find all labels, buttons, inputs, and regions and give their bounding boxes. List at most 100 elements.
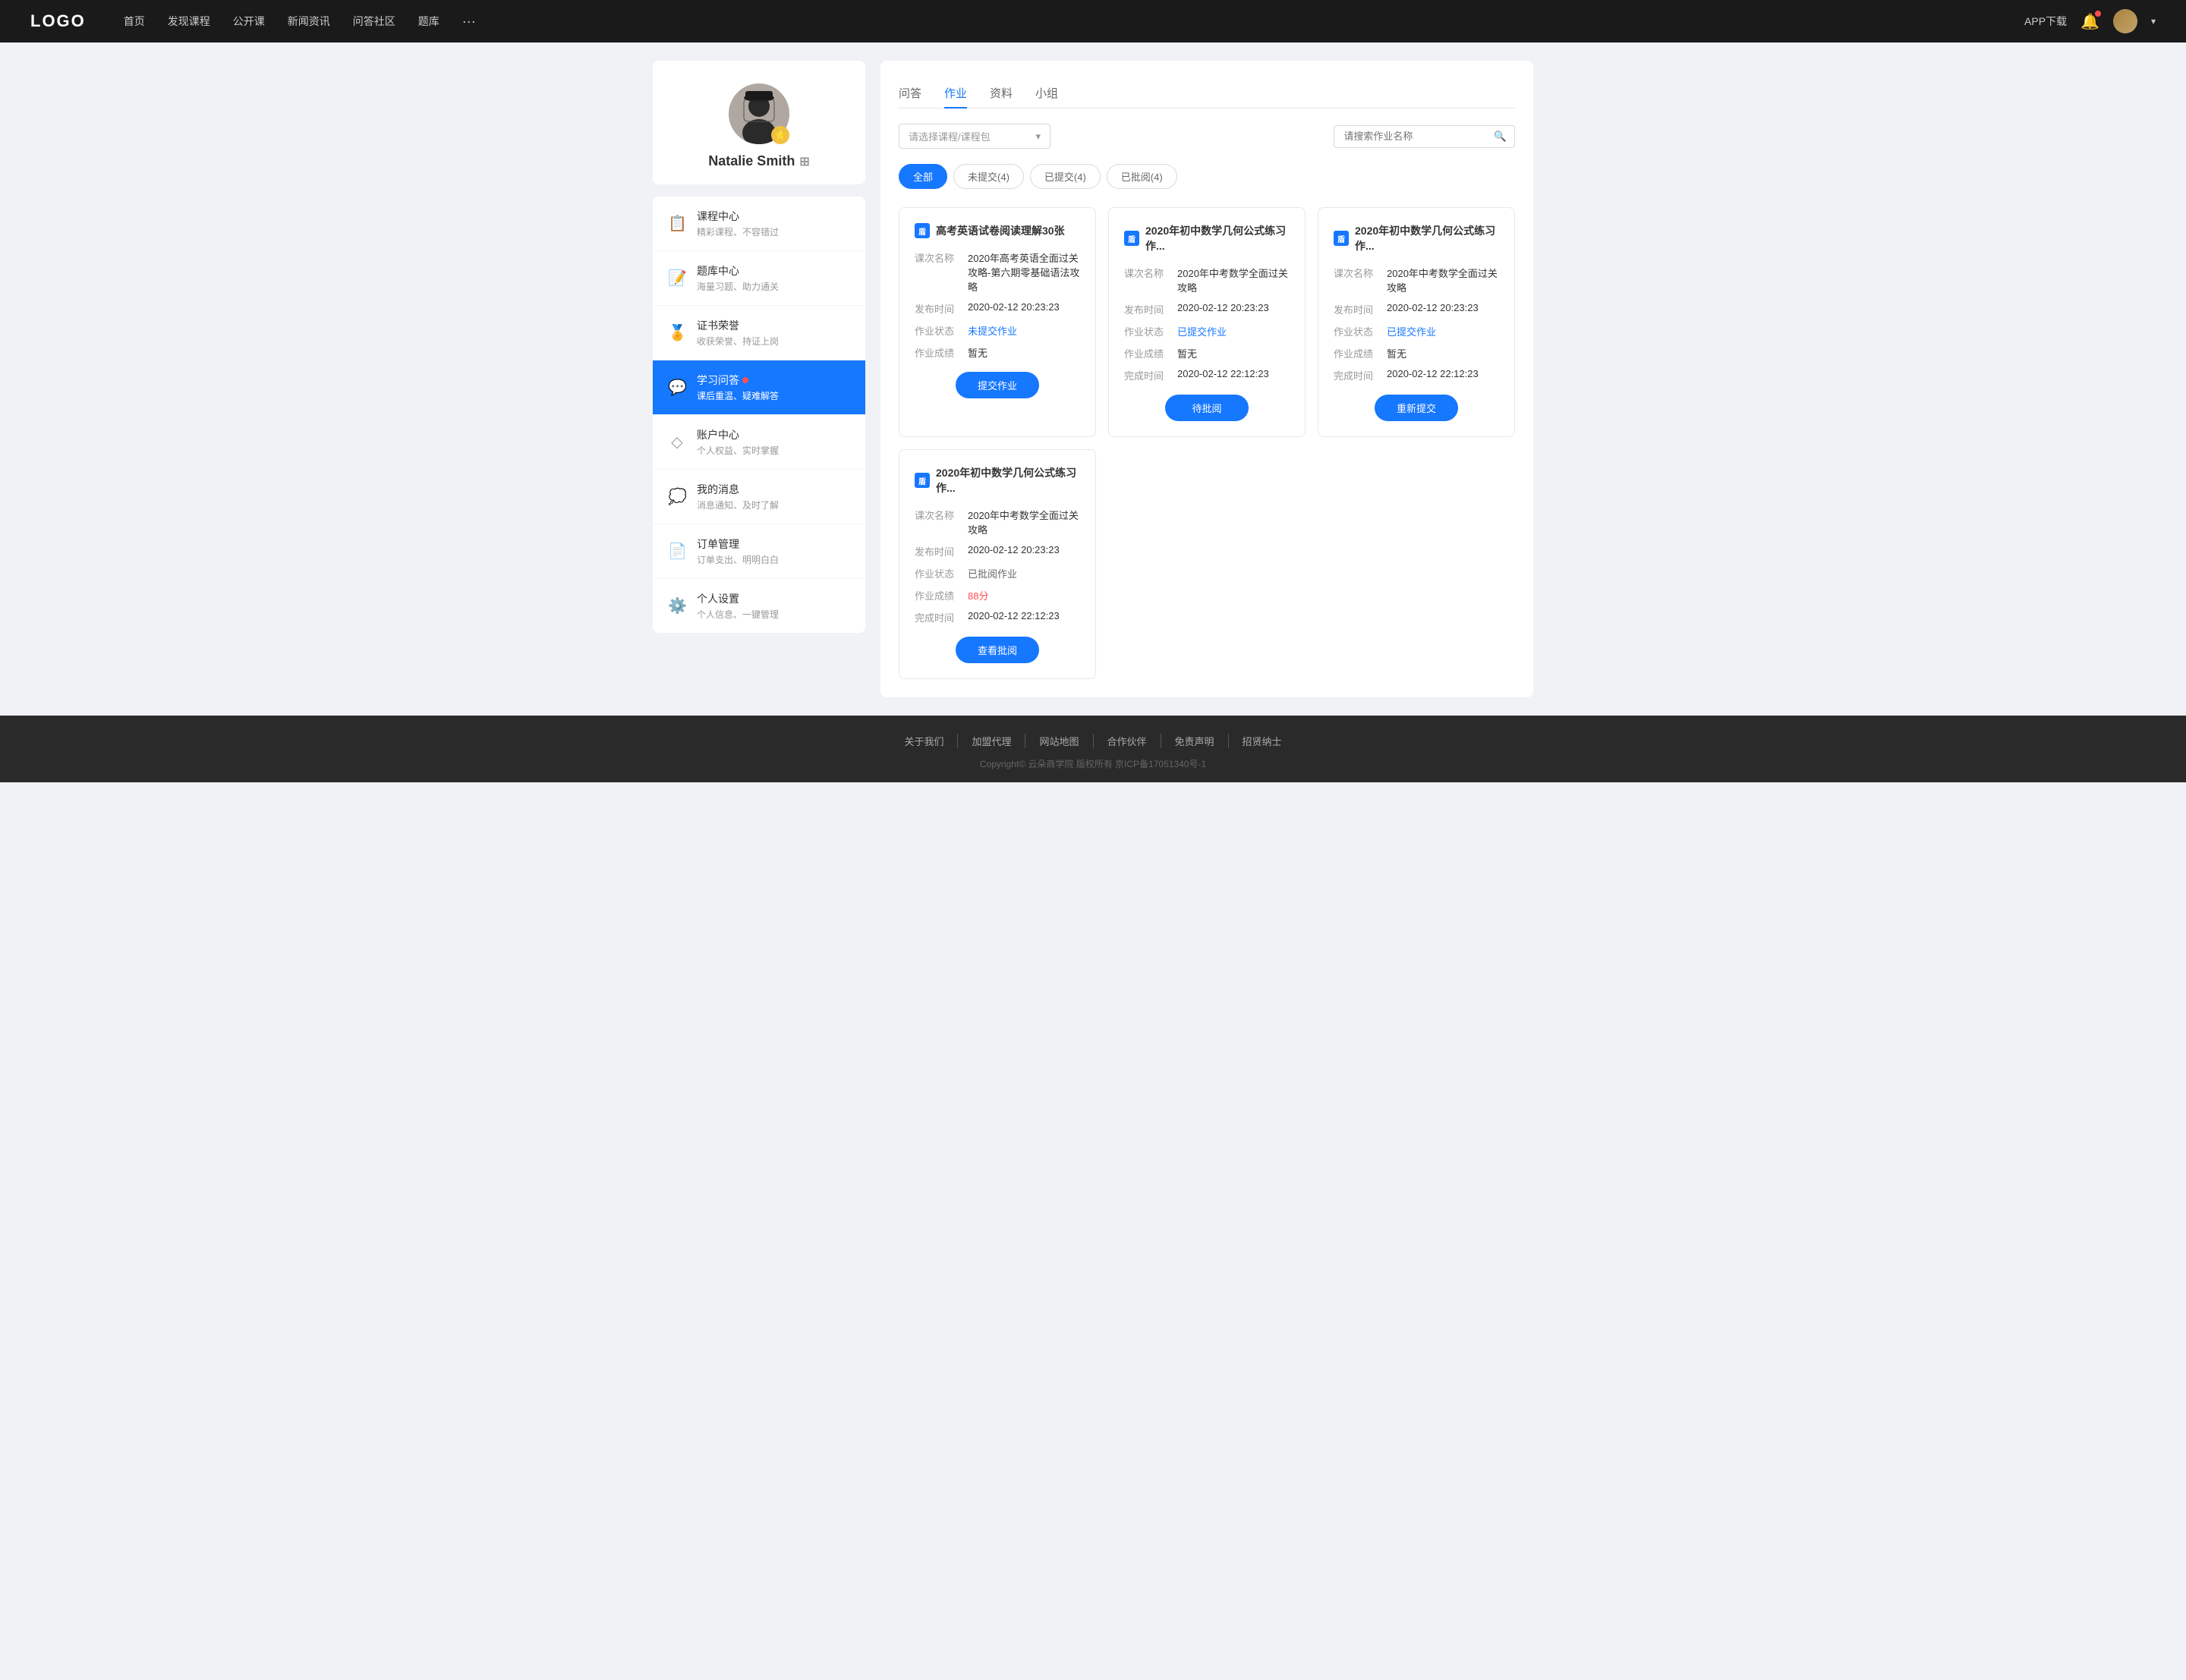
avatar-badge: ⭐ (771, 126, 789, 144)
nav-news[interactable]: 新闻资讯 (288, 14, 330, 30)
tab-qa[interactable]: 问答 (899, 79, 921, 109)
content-area: 问答 作业 资料 小组 请选择课程/课程包 ▾ 🔍 全部 未提交(4) 已提交(… (880, 61, 1533, 697)
nav-discover[interactable]: 发现课程 (168, 14, 210, 30)
search-button[interactable]: 🔍 (1486, 126, 1514, 147)
sidebar: ⭐ Natalie Smith ⊞ 📋 课程中心 精彩课程、不容错过 📝 题库中… (653, 61, 865, 697)
sidebar-item-qa[interactable]: 💬 学习问答 课后重温、疑难解答 (653, 360, 865, 415)
orders-icon: 📄 (668, 542, 686, 561)
card-4-title: 盾 2020年初中数学几何公式练习作... (915, 465, 1080, 496)
card-1-status: 作业状态 未提交作业 (915, 323, 1080, 338)
card-4-action: 查看批阅 (915, 637, 1080, 663)
card-2-score: 作业成绩 暂无 (1124, 346, 1290, 360)
card-1-title: 盾 高考英语试卷阅读理解30张 (915, 223, 1080, 238)
course-center-title: 课程中心 (697, 209, 850, 224)
card-2-title: 盾 2020年初中数学几何公式练习作... (1124, 223, 1290, 253)
sidebar-item-settings[interactable]: ⚙️ 个人设置 个人信息、一键管理 (653, 579, 865, 633)
card-4-publish: 发布时间 2020-02-12 20:23:23 (915, 544, 1080, 558)
sidebar-item-certificate[interactable]: 🏅 证书荣誉 收获荣誉、持证上岗 (653, 306, 865, 360)
footer-partners[interactable]: 合作伙伴 (1094, 734, 1161, 748)
qa-desc: 课后重温、疑难解答 (697, 389, 850, 402)
resubmit-button[interactable]: 重新提交 (1375, 395, 1458, 421)
sidebar-item-course-center[interactable]: 📋 课程中心 精彩课程、不容错过 (653, 197, 865, 251)
notification-bell[interactable]: 🔔 (2080, 12, 2099, 31)
card-3-action: 重新提交 (1334, 395, 1499, 421)
view-review-button[interactable]: 查看批阅 (956, 637, 1039, 663)
tab-materials[interactable]: 资料 (990, 79, 1013, 109)
card-2-action: 待批阅 (1124, 395, 1290, 421)
card-3-course: 课次名称 2020年中考数学全面过关攻略 (1334, 266, 1499, 294)
avatar-wrapper: ⭐ (729, 83, 789, 144)
certificate-desc: 收获荣誉、持证上岗 (697, 335, 850, 348)
submit-homework-button[interactable]: 提交作业 (956, 372, 1039, 398)
account-desc: 个人权益、实时掌握 (697, 444, 850, 457)
chevron-down-icon: ▾ (1035, 131, 1041, 143)
notification-dot (2095, 11, 2101, 17)
footer-sitemap[interactable]: 网站地图 (1025, 734, 1093, 748)
nav-download[interactable]: APP下载 (2024, 14, 2067, 29)
course-center-desc: 精彩课程、不容错过 (697, 225, 850, 238)
footer: 关于我们 加盟代理 网站地图 合作伙伴 免责声明 招贤纳士 Copyright©… (0, 716, 2186, 782)
qa-icon: 💬 (668, 378, 686, 397)
filter-unsubmitted[interactable]: 未提交(4) (953, 164, 1024, 189)
search-input[interactable] (1334, 126, 1486, 146)
filter-reviewed[interactable]: 已批阅(4) (1107, 164, 1177, 189)
nav-open-course[interactable]: 公开课 (233, 14, 265, 30)
question-bank-icon: 📝 (668, 269, 686, 288)
homework-cards-row2: 盾 2020年初中数学几何公式练习作... 课次名称 2020年中考数学全面过关… (899, 449, 1515, 679)
course-select-label: 请选择课程/课程包 (909, 129, 991, 143)
card-2-complete: 完成时间 2020-02-12 22:12:23 (1124, 368, 1290, 382)
footer-about[interactable]: 关于我们 (890, 734, 958, 748)
card-4-course: 课次名称 2020年中考数学全面过关攻略 (915, 508, 1080, 536)
nav-qa[interactable]: 问答社区 (353, 14, 395, 30)
sidebar-menu: 📋 课程中心 精彩课程、不容错过 📝 题库中心 海量习题、助力通关 🏅 证书荣誉… (653, 197, 865, 633)
sidebar-item-account[interactable]: ◇ 账户中心 个人权益、实时掌握 (653, 415, 865, 470)
homework-card-2: 盾 2020年初中数学几何公式练习作... 课次名称 2020年中考数学全面过关… (1108, 207, 1306, 437)
certificate-title: 证书荣誉 (697, 318, 850, 333)
filter-submitted[interactable]: 已提交(4) (1030, 164, 1101, 189)
tab-group[interactable]: 小组 (1035, 79, 1058, 109)
footer-franchise[interactable]: 加盟代理 (958, 734, 1025, 748)
nav-home[interactable]: 首页 (124, 14, 145, 30)
top-navigation: LOGO 首页 发现课程 公开课 新闻资讯 问答社区 题库 ··· APP下载 … (0, 0, 2186, 42)
profile-section: ⭐ Natalie Smith ⊞ (653, 61, 865, 184)
shield-icon-3: 盾 (1334, 231, 1349, 246)
card-2-course: 课次名称 2020年中考数学全面过关攻略 (1124, 266, 1290, 294)
qr-code-icon[interactable]: ⊞ (799, 154, 809, 169)
nav-chevron-icon[interactable]: ▾ (2151, 16, 2156, 27)
sidebar-item-orders[interactable]: 📄 订单管理 订单支出、明明白白 (653, 524, 865, 579)
homework-cards-grid: 盾 高考英语试卷阅读理解30张 课次名称 2020年高考英语全面过关攻略-第六期… (899, 207, 1515, 437)
card-3-score: 作业成绩 暂无 (1334, 346, 1499, 360)
nav-more[interactable]: ··· (462, 14, 476, 30)
status-filter: 全部 未提交(4) 已提交(4) 已批阅(4) (899, 164, 1515, 189)
nav-question-bank[interactable]: 题库 (418, 14, 439, 30)
tab-homework[interactable]: 作业 (944, 79, 967, 109)
filter-all[interactable]: 全部 (899, 164, 947, 189)
settings-desc: 个人信息、一键管理 (697, 608, 850, 621)
card-3-publish: 发布时间 2020-02-12 20:23:23 (1334, 302, 1499, 316)
card-1-course: 课次名称 2020年高考英语全面过关攻略-第六期零基础语法攻略 (915, 250, 1080, 294)
homework-card-1: 盾 高考英语试卷阅读理解30张 课次名称 2020年高考英语全面过关攻略-第六期… (899, 207, 1096, 437)
main-container: ⭐ Natalie Smith ⊞ 📋 课程中心 精彩课程、不容错过 📝 题库中… (638, 42, 1548, 716)
footer-disclaimer[interactable]: 免责声明 (1161, 734, 1229, 748)
sidebar-item-question-bank[interactable]: 📝 题库中心 海量习题、助力通关 (653, 251, 865, 306)
pending-review-button[interactable]: 待批阅 (1165, 395, 1249, 421)
qa-badge (742, 377, 748, 383)
messages-desc: 消息通知、及时了解 (697, 499, 850, 511)
orders-title: 订单管理 (697, 536, 850, 552)
footer-links: 关于我们 加盟代理 网站地图 合作伙伴 免责声明 招贤纳士 (0, 734, 2186, 748)
card-4-score: 作业成绩 88分 (915, 588, 1080, 602)
card-3-title: 盾 2020年初中数学几何公式练习作... (1334, 223, 1499, 253)
card-2-status: 作业状态 已提交作业 (1124, 324, 1290, 338)
card-4-complete: 完成时间 2020-02-12 22:12:23 (915, 610, 1080, 624)
user-avatar[interactable] (2113, 9, 2137, 33)
card-1-action: 提交作业 (915, 372, 1080, 398)
sidebar-item-messages[interactable]: 💭 我的消息 消息通知、及时了解 (653, 470, 865, 524)
account-title: 账户中心 (697, 427, 850, 442)
avatar-image (2113, 9, 2137, 33)
nav-links: 首页 发现课程 公开课 新闻资讯 问答社区 题库 ··· (124, 14, 2024, 30)
shield-icon-1: 盾 (915, 223, 930, 238)
course-select[interactable]: 请选择课程/课程包 ▾ (899, 124, 1050, 149)
profile-name: Natalie Smith ⊞ (668, 153, 850, 169)
footer-careers[interactable]: 招贤纳士 (1229, 734, 1296, 748)
messages-title: 我的消息 (697, 482, 850, 497)
